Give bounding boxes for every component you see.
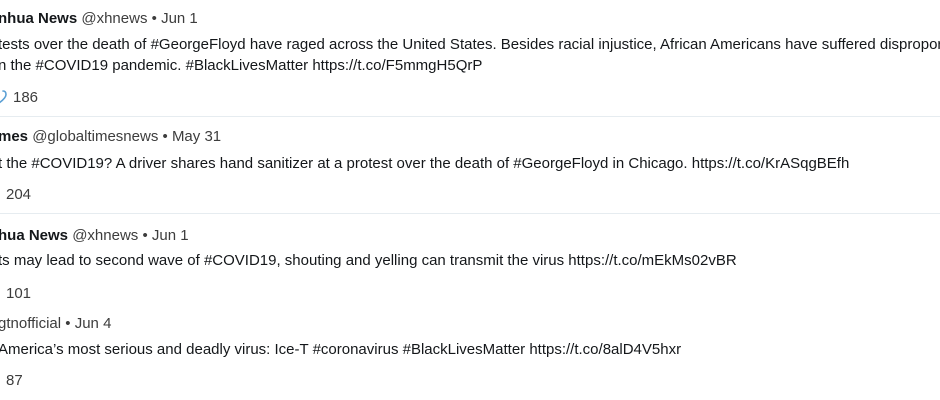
like-count[interactable]: 87 (6, 371, 23, 391)
tweet-text-line: t the #COVID19? A driver shares hand san… (0, 155, 850, 172)
heart-icon (0, 90, 7, 104)
tweet-feed: nhua News @xhnews • Jun 1 tests over the… (0, 0, 940, 400)
tweet[interactable]: hua News @xhnews • Jun 1 ts may lead to … (0, 214, 940, 309)
like-count-value: 87 (6, 372, 23, 389)
like-count-value: 186 (13, 89, 39, 106)
tweet-handle[interactable]: gtnofficial (0, 315, 61, 332)
tweet-header: nhua News @xhnews • Jun 1 (0, 9, 198, 29)
tweet-separator: • (142, 227, 148, 244)
tweet[interactable]: mes @globaltimesnews • May 31 t the #COV… (0, 117, 940, 214)
like-count[interactable]: 101 (6, 284, 31, 304)
tweet-date[interactable]: Jun 4 (75, 315, 112, 332)
tweet-text-line: tests over the death of #GeorgeFloyd hav… (0, 36, 940, 53)
tweet-author[interactable]: mes (0, 128, 28, 145)
tweet-header: gtnofficial • Jun 4 (0, 314, 111, 334)
tweet-date[interactable]: Jun 1 (161, 10, 198, 27)
tweet-header: mes @globaltimesnews • May 31 (0, 127, 221, 147)
tweet-handle[interactable]: @xhnews (72, 227, 138, 244)
tweet[interactable]: gtnofficial • Jun 4 America’s most serio… (0, 309, 940, 400)
like-count[interactable]: 204 (6, 185, 31, 205)
like-count-value: 204 (6, 186, 32, 203)
tweet-author[interactable]: nhua News (0, 10, 77, 27)
like-count[interactable]: 186 (0, 88, 38, 108)
tweet[interactable]: nhua News @xhnews • Jun 1 tests over the… (0, 0, 940, 117)
tweet-handle[interactable]: @xhnews (81, 10, 147, 27)
tweet-separator: • (65, 315, 71, 332)
tweet-date[interactable]: Jun 1 (152, 227, 189, 244)
tweet-date[interactable]: May 31 (172, 128, 221, 145)
tweet-text-line: ts may lead to second wave of #COVID19, … (0, 252, 737, 269)
like-count-value: 101 (6, 285, 32, 302)
tweet-handle[interactable]: @globaltimesnews (32, 128, 158, 145)
tweet-separator: • (162, 128, 168, 145)
tweet-author[interactable]: hua News (0, 227, 68, 244)
tweet-text-line: n the #COVID19 pandemic. #BlackLivesMatt… (0, 57, 483, 74)
tweet-header: hua News @xhnews • Jun 1 (0, 226, 189, 246)
tweet-separator: • (151, 10, 157, 27)
tweet-text-line: America’s most serious and deadly virus:… (0, 341, 682, 358)
